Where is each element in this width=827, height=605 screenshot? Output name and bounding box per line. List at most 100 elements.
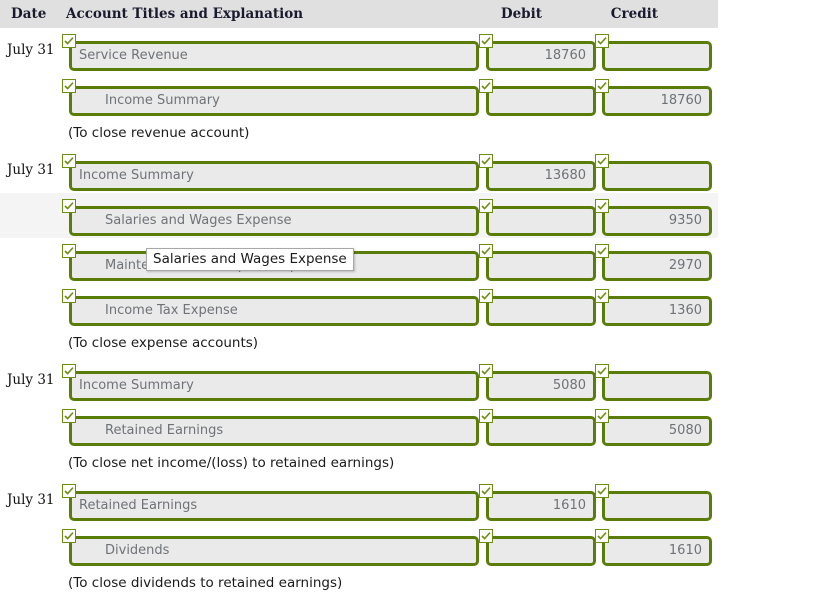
credit-amount-input-checkbox[interactable] <box>595 484 609 498</box>
credit-amount-input-field[interactable]: 1610 <box>602 536 712 566</box>
debit-amount-input-field[interactable] <box>486 416 596 446</box>
account-title-input-checkbox[interactable] <box>62 79 76 93</box>
debit-amount-input-checkbox[interactable] <box>479 34 493 48</box>
journal-explanation-text: (To close expense accounts) <box>68 335 259 351</box>
debit-amount-input-value <box>489 419 593 443</box>
credit-amount-input-field[interactable] <box>602 161 712 191</box>
account-title-input-checkbox[interactable] <box>62 34 76 48</box>
credit-amount-input-value <box>605 164 709 188</box>
account-title-input-checkbox[interactable] <box>62 289 76 303</box>
credit-amount-input-checkbox[interactable] <box>595 34 609 48</box>
account-title-input-checkbox[interactable] <box>62 244 76 258</box>
credit-amount-input-field[interactable] <box>602 41 712 71</box>
account-title-input-value: Income Summary <box>79 168 194 183</box>
credit-amount-input-checkbox[interactable] <box>595 364 609 378</box>
credit-amount-input-field[interactable] <box>602 371 712 401</box>
account-title-input-checkbox[interactable] <box>62 364 76 378</box>
debit-amount-input-checkbox[interactable] <box>479 79 493 93</box>
journal-entry-row: Maintenance and Repairs Expense2970 <box>0 238 827 283</box>
journal-explanation-text: (To close dividends to retained earnings… <box>68 575 343 591</box>
credit-amount-input-value: 9350 <box>668 213 702 228</box>
account-title-input-value: Income Summary <box>105 93 220 108</box>
debit-amount-input-field[interactable] <box>486 86 596 116</box>
credit-amount-input-field[interactable]: 9350 <box>602 206 712 236</box>
credit-amount-input-value: 1360 <box>668 303 702 318</box>
debit-amount-input-field[interactable]: 5080 <box>486 371 596 401</box>
debit-amount-input-checkbox[interactable] <box>479 289 493 303</box>
credit-amount-input-checkbox[interactable] <box>595 154 609 168</box>
journal-entry-row: Dividends 1610 <box>0 523 827 568</box>
account-title-input-field[interactable]: Income Summary <box>69 371 479 401</box>
debit-amount-input-checkbox[interactable] <box>479 529 493 543</box>
credit-amount-input-checkbox[interactable] <box>595 244 609 258</box>
account-title-input-checkbox[interactable] <box>62 409 76 423</box>
debit-amount-input-field[interactable] <box>486 296 596 326</box>
credit-amount-input-checkbox[interactable] <box>595 529 609 543</box>
entry-date <box>0 73 60 118</box>
credit-amount-input-field[interactable]: 1360 <box>602 296 712 326</box>
debit-amount-input-field[interactable]: 13680 <box>486 161 596 191</box>
entry-date <box>0 523 60 568</box>
journal-explanation-text: (To close net income/(loss) to retained … <box>68 455 395 471</box>
debit-amount-input-field[interactable] <box>486 251 596 281</box>
debit-amount-input-value: 18760 <box>544 48 586 63</box>
journal-explanation-text: (To close revenue account) <box>68 125 250 141</box>
account-title-input-field[interactable]: Income Tax Expense <box>69 296 479 326</box>
entry-date <box>0 403 60 448</box>
debit-amount-input-value <box>489 89 593 113</box>
account-title-input-value: Salaries and Wages Expense <box>105 213 292 228</box>
credit-amount-input-field[interactable] <box>602 491 712 521</box>
account-title-input-field[interactable]: Income Summary <box>69 86 479 116</box>
debit-amount-input-value: 1610 <box>552 498 586 513</box>
debit-amount-input-checkbox[interactable] <box>479 364 493 378</box>
credit-amount-input-checkbox[interactable] <box>595 79 609 93</box>
account-tooltip: Salaries and Wages Expense <box>146 248 354 271</box>
entry-date: July 31 <box>7 372 55 388</box>
debit-amount-input-checkbox[interactable] <box>479 244 493 258</box>
account-title-input-field[interactable]: Income Summary <box>69 161 479 191</box>
journal-explanation-row: (To close dividends to retained earnings… <box>0 568 827 598</box>
credit-amount-input-checkbox[interactable] <box>595 199 609 213</box>
debit-amount-input-value <box>489 299 593 323</box>
journal-explanation-row: (To close net income/(loss) to retained … <box>0 448 827 478</box>
credit-amount-input-field[interactable]: 5080 <box>602 416 712 446</box>
account-title-input-value: Income Summary <box>79 378 194 393</box>
credit-amount-input-field[interactable]: 2970 <box>602 251 712 281</box>
account-title-input-checkbox[interactable] <box>62 199 76 213</box>
credit-amount-input-value <box>605 44 709 68</box>
account-title-input-checkbox[interactable] <box>62 484 76 498</box>
entry-date: July 31 <box>7 42 55 58</box>
debit-amount-input-checkbox[interactable] <box>479 409 493 423</box>
account-title-input-value: Dividends <box>105 543 170 558</box>
account-title-input-field[interactable]: Retained Earnings <box>69 416 479 446</box>
account-title-input-field[interactable]: Retained Earnings <box>69 491 479 521</box>
account-title-input-checkbox[interactable] <box>62 154 76 168</box>
credit-amount-input-checkbox[interactable] <box>595 289 609 303</box>
entry-date: July 31 <box>7 492 55 508</box>
entry-date: July 31 <box>7 162 55 178</box>
debit-amount-input-field[interactable] <box>486 536 596 566</box>
account-title-input-checkbox[interactable] <box>62 529 76 543</box>
account-title-input-field[interactable]: Salaries and Wages Expense <box>69 206 479 236</box>
debit-amount-input-value <box>489 539 593 563</box>
credit-amount-input-value: 1610 <box>668 543 702 558</box>
account-title-input-field[interactable]: Dividends <box>69 536 479 566</box>
debit-amount-input-checkbox[interactable] <box>479 484 493 498</box>
debit-amount-input-field[interactable] <box>486 206 596 236</box>
account-title-input-value: Service Revenue <box>79 48 188 63</box>
journal-entry-row: July 31 Service Revenue 18760 <box>0 28 827 73</box>
account-title-input-field[interactable]: Service Revenue <box>69 41 479 71</box>
entry-date <box>0 283 60 328</box>
column-header-credit: Credit <box>610 6 658 22</box>
credit-amount-input-field[interactable]: 18760 <box>602 86 712 116</box>
debit-amount-input-field[interactable]: 18760 <box>486 41 596 71</box>
credit-amount-input-value: 18760 <box>660 93 702 108</box>
debit-amount-input-field[interactable]: 1610 <box>486 491 596 521</box>
debit-amount-input-checkbox[interactable] <box>479 154 493 168</box>
account-title-input-value: Retained Earnings <box>79 498 198 513</box>
credit-amount-input-checkbox[interactable] <box>595 409 609 423</box>
journal-entry-row: Salaries and Wages Expense 9350 <box>0 193 718 238</box>
column-header-date: Date <box>11 6 47 22</box>
debit-amount-input-value <box>489 209 593 233</box>
debit-amount-input-checkbox[interactable] <box>479 199 493 213</box>
